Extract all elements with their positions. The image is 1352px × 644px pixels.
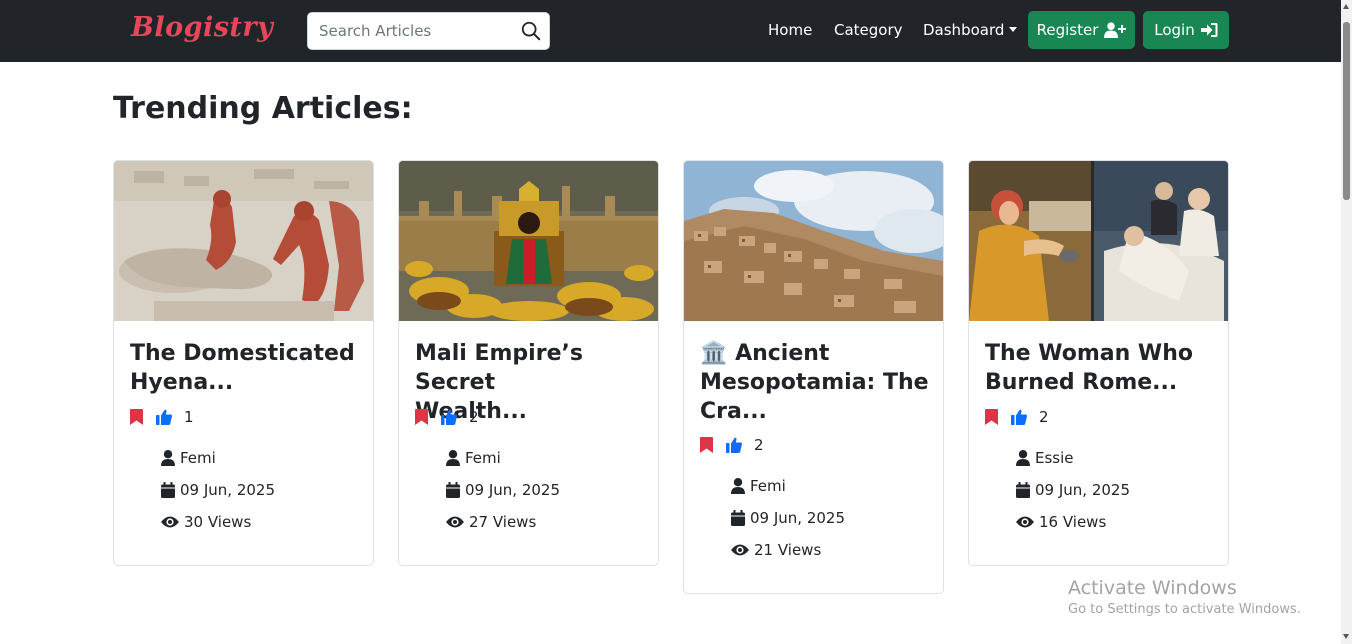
- article-image[interactable]: [969, 161, 1228, 321]
- user-icon: [161, 450, 175, 466]
- thumbs-up-icon[interactable]: [441, 409, 457, 425]
- like-count: 2: [754, 436, 764, 454]
- article-views: 30 Views: [161, 512, 251, 532]
- article-date: 09 Jun, 2025: [1016, 480, 1130, 500]
- article-author: Essie: [1016, 448, 1074, 468]
- article-card[interactable]: The Woman Who Burned Rome... 2 Essie 09 …: [968, 160, 1229, 566]
- user-plus-icon: [1104, 22, 1127, 38]
- thumbs-up-icon[interactable]: [1011, 409, 1027, 425]
- calendar-icon: [446, 482, 460, 498]
- calendar-icon: [1016, 482, 1030, 498]
- chevron-down-icon: [1009, 27, 1018, 32]
- article-title-line: Cra...: [700, 399, 767, 424]
- article-actions: 1: [130, 407, 194, 427]
- view-count: 16 Views: [1039, 513, 1107, 531]
- article-image[interactable]: [399, 161, 658, 321]
- user-icon: [731, 478, 745, 494]
- bookmark-icon[interactable]: [700, 437, 713, 453]
- author-name: Femi: [465, 449, 501, 467]
- article-title-line: Hyena...: [130, 370, 234, 395]
- nav-dashboard-dropdown[interactable]: Dashboard: [923, 21, 1018, 39]
- article-title-text: Ancient: [735, 341, 830, 366]
- article-date: 09 Jun, 2025: [161, 480, 275, 500]
- like-count: 2: [1039, 408, 1049, 426]
- scroll-down-icon[interactable]: [1343, 634, 1349, 639]
- search-input[interactable]: [308, 13, 513, 49]
- eye-icon: [161, 516, 179, 528]
- article-views: 27 Views: [446, 512, 536, 532]
- thumbs-up-icon[interactable]: [726, 437, 742, 453]
- like-count: 2: [469, 408, 479, 426]
- publish-date: 09 Jun, 2025: [1035, 481, 1131, 499]
- bookmark-icon[interactable]: [985, 409, 998, 425]
- article-author: Femi: [446, 448, 501, 468]
- article-actions: 2: [985, 407, 1049, 427]
- article-author: Femi: [731, 476, 786, 496]
- register-label: Register: [1036, 21, 1099, 39]
- vertical-scrollbar[interactable]: [1341, 0, 1352, 644]
- article-title[interactable]: The Domesticated Hyena...: [130, 339, 365, 397]
- classical-building-icon: 🏛️: [700, 341, 728, 366]
- article-actions: 2: [700, 435, 764, 455]
- view-count: 30 Views: [184, 513, 252, 531]
- article-title[interactable]: The Woman Who Burned Rome...: [985, 339, 1220, 397]
- article-title[interactable]: 🏛️ Ancient Mesopotamia: The Cra...: [700, 339, 935, 426]
- article-card[interactable]: 🏛️ Ancient Mesopotamia: The Cra... 2 Fem…: [683, 160, 944, 594]
- article-author: Femi: [161, 448, 216, 468]
- register-button[interactable]: Register: [1028, 11, 1135, 49]
- publish-date: 09 Jun, 2025: [465, 481, 561, 499]
- navbar: Blogistry Home Category Dashboard Regist…: [0, 0, 1341, 62]
- thumbs-up-icon[interactable]: [156, 409, 172, 425]
- author-name: Femi: [180, 449, 216, 467]
- article-title-line: The Woman Who: [985, 341, 1193, 366]
- article-card[interactable]: The Domesticated Hyena... 1 Femi 09 Jun,…: [113, 160, 374, 566]
- search-box: [307, 12, 550, 50]
- article-date: 09 Jun, 2025: [731, 508, 845, 528]
- search-icon[interactable]: [520, 20, 542, 42]
- article-title-line: Mesopotamia: The: [700, 370, 929, 395]
- calendar-icon: [161, 482, 175, 498]
- eye-icon: [1016, 516, 1034, 528]
- activate-windows-subtitle: Go to Settings to activate Windows.: [1068, 602, 1301, 617]
- article-card[interactable]: Mali Empire’s Secret Wealth... 2 Femi 09…: [398, 160, 659, 566]
- scroll-up-icon[interactable]: [1343, 4, 1349, 9]
- article-title-line: The Domesticated: [130, 341, 355, 366]
- author-name: Femi: [750, 477, 786, 495]
- publish-date: 09 Jun, 2025: [180, 481, 276, 499]
- article-actions: 2: [415, 407, 479, 427]
- login-button[interactable]: Login: [1143, 11, 1229, 49]
- login-label: Login: [1154, 21, 1195, 39]
- page-title: Trending Articles:: [113, 91, 413, 126]
- nav-home-link[interactable]: Home: [768, 21, 812, 39]
- brand-logo[interactable]: Blogistry: [131, 12, 273, 43]
- eye-icon: [446, 516, 464, 528]
- view-count: 21 Views: [754, 541, 822, 559]
- calendar-icon: [731, 510, 745, 526]
- scrollbar-thumb[interactable]: [1343, 22, 1350, 200]
- article-image[interactable]: [114, 161, 373, 321]
- activate-windows-title: Activate Windows: [1068, 577, 1237, 599]
- article-date: 09 Jun, 2025: [446, 480, 560, 500]
- article-views: 21 Views: [731, 540, 821, 560]
- article-title-line: Burned Rome...: [985, 370, 1178, 395]
- bookmark-icon[interactable]: [415, 409, 428, 425]
- bookmark-icon[interactable]: [130, 409, 143, 425]
- page: Blogistry Home Category Dashboard Regist…: [0, 0, 1352, 644]
- user-icon: [1016, 450, 1030, 466]
- article-title-line: 🏛️ Ancient: [700, 339, 935, 368]
- sign-in-icon: [1200, 23, 1218, 37]
- view-count: 27 Views: [469, 513, 537, 531]
- user-icon: [446, 450, 460, 466]
- article-title-line: Mali Empire’s Secret: [415, 341, 583, 395]
- author-name: Essie: [1035, 449, 1074, 467]
- eye-icon: [731, 544, 749, 556]
- publish-date: 09 Jun, 2025: [750, 509, 846, 527]
- like-count: 1: [184, 408, 194, 426]
- article-views: 16 Views: [1016, 512, 1106, 532]
- nav-category-link[interactable]: Category: [834, 21, 903, 39]
- nav-dashboard-label: Dashboard: [923, 21, 1005, 39]
- article-image[interactable]: [684, 161, 943, 321]
